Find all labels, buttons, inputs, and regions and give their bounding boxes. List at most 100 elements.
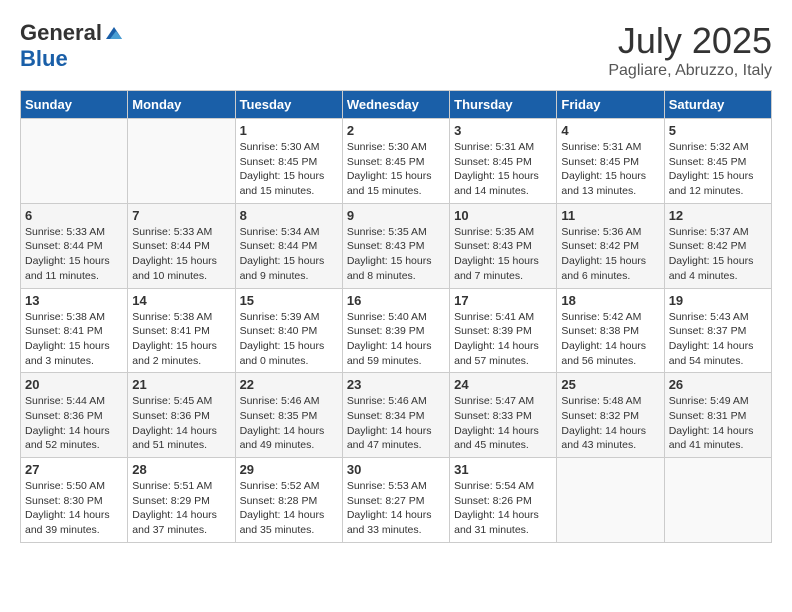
day-info: Sunrise: 5:31 AMSunset: 8:45 PMDaylight:… xyxy=(561,140,659,199)
day-number: 11 xyxy=(561,208,659,223)
calendar-cell: 23 Sunrise: 5:46 AMSunset: 8:34 PMDayligh… xyxy=(342,373,449,458)
calendar-cell xyxy=(557,458,664,543)
calendar-cell: 21 Sunrise: 5:45 AMSunset: 8:36 PMDayligh… xyxy=(128,373,235,458)
day-info: Sunrise: 5:46 AMSunset: 8:35 PMDaylight:… xyxy=(240,394,338,453)
calendar-cell: 18 Sunrise: 5:42 AMSunset: 8:38 PMDayligh… xyxy=(557,288,664,373)
day-number: 1 xyxy=(240,123,338,138)
day-number: 28 xyxy=(132,462,230,477)
calendar-cell: 26 Sunrise: 5:49 AMSunset: 8:31 PMDayligh… xyxy=(664,373,771,458)
day-number: 14 xyxy=(132,293,230,308)
day-number: 8 xyxy=(240,208,338,223)
day-info: Sunrise: 5:30 AMSunset: 8:45 PMDaylight:… xyxy=(240,140,338,199)
calendar-cell: 7 Sunrise: 5:33 AMSunset: 8:44 PMDaylight… xyxy=(128,203,235,288)
logo: General Blue xyxy=(20,20,124,72)
calendar-cell: 5 Sunrise: 5:32 AMSunset: 8:45 PMDaylight… xyxy=(664,119,771,204)
day-number: 20 xyxy=(25,377,123,392)
day-number: 17 xyxy=(454,293,552,308)
title-section: July 2025 Pagliare, Abruzzo, Italy xyxy=(608,20,772,80)
day-number: 16 xyxy=(347,293,445,308)
day-info: Sunrise: 5:51 AMSunset: 8:29 PMDaylight:… xyxy=(132,479,230,538)
day-number: 4 xyxy=(561,123,659,138)
calendar-week-row: 13Sunrise: 5:38 AMSunset: 8:41 PMDayligh… xyxy=(21,288,772,373)
day-number: 30 xyxy=(347,462,445,477)
weekday-header: Tuesday xyxy=(235,91,342,119)
calendar-cell: 2 Sunrise: 5:30 AMSunset: 8:45 PMDaylight… xyxy=(342,119,449,204)
day-info: Sunrise: 5:35 AMSunset: 8:43 PMDaylight:… xyxy=(454,225,552,284)
day-info: Sunrise: 5:49 AMSunset: 8:31 PMDaylight:… xyxy=(669,394,767,453)
weekday-header: Wednesday xyxy=(342,91,449,119)
weekday-header: Friday xyxy=(557,91,664,119)
day-info: Sunrise: 5:32 AMSunset: 8:45 PMDaylight:… xyxy=(669,140,767,199)
day-info: Sunrise: 5:47 AMSunset: 8:33 PMDaylight:… xyxy=(454,394,552,453)
calendar-cell: 4 Sunrise: 5:31 AMSunset: 8:45 PMDaylight… xyxy=(557,119,664,204)
page-header: General Blue July 2025 Pagliare, Abruzzo… xyxy=(20,20,772,80)
calendar-cell: 31 Sunrise: 5:54 AMSunset: 8:26 PMDayligh… xyxy=(450,458,557,543)
calendar-cell: 19 Sunrise: 5:43 AMSunset: 8:37 PMDayligh… xyxy=(664,288,771,373)
calendar-cell: 27Sunrise: 5:50 AMSunset: 8:30 PMDayligh… xyxy=(21,458,128,543)
day-number: 2 xyxy=(347,123,445,138)
day-number: 3 xyxy=(454,123,552,138)
calendar-cell: 3 Sunrise: 5:31 AMSunset: 8:45 PMDaylight… xyxy=(450,119,557,204)
day-number: 27 xyxy=(25,462,123,477)
calendar-cell: 11 Sunrise: 5:36 AMSunset: 8:42 PMDayligh… xyxy=(557,203,664,288)
day-info: Sunrise: 5:31 AMSunset: 8:45 PMDaylight:… xyxy=(454,140,552,199)
weekday-header: Monday xyxy=(128,91,235,119)
day-number: 29 xyxy=(240,462,338,477)
calendar-cell: 20 Sunrise: 5:44 AMSunset: 8:36 PMDayligh… xyxy=(21,373,128,458)
calendar-cell: 6 Sunrise: 5:33 AMSunset: 8:44 PMDaylight… xyxy=(21,203,128,288)
calendar-week-row: 27Sunrise: 5:50 AMSunset: 8:30 PMDayligh… xyxy=(21,458,772,543)
day-number: 7 xyxy=(132,208,230,223)
weekday-header: Saturday xyxy=(664,91,771,119)
day-info: Sunrise: 5:33 AMSunset: 8:44 PMDaylight:… xyxy=(25,225,123,284)
calendar-cell: 14Sunrise: 5:38 AMSunset: 8:41 PMDayligh… xyxy=(128,288,235,373)
day-info: Sunrise: 5:53 AMSunset: 8:27 PMDaylight:… xyxy=(347,479,445,538)
calendar-week-row: 6 Sunrise: 5:33 AMSunset: 8:44 PMDaylight… xyxy=(21,203,772,288)
logo-blue-text: Blue xyxy=(20,46,68,72)
calendar-cell: 15Sunrise: 5:39 AMSunset: 8:40 PMDayligh… xyxy=(235,288,342,373)
day-number: 19 xyxy=(669,293,767,308)
calendar-week-row: 1 Sunrise: 5:30 AMSunset: 8:45 PMDaylight… xyxy=(21,119,772,204)
day-info: Sunrise: 5:54 AMSunset: 8:26 PMDaylight:… xyxy=(454,479,552,538)
day-info: Sunrise: 5:35 AMSunset: 8:43 PMDaylight:… xyxy=(347,225,445,284)
day-info: Sunrise: 5:43 AMSunset: 8:37 PMDaylight:… xyxy=(669,310,767,369)
calendar-cell: 13Sunrise: 5:38 AMSunset: 8:41 PMDayligh… xyxy=(21,288,128,373)
day-info: Sunrise: 5:34 AMSunset: 8:44 PMDaylight:… xyxy=(240,225,338,284)
calendar-cell: 17Sunrise: 5:41 AMSunset: 8:39 PMDayligh… xyxy=(450,288,557,373)
day-number: 6 xyxy=(25,208,123,223)
calendar-cell: 10 Sunrise: 5:35 AMSunset: 8:43 PMDayligh… xyxy=(450,203,557,288)
day-number: 25 xyxy=(561,377,659,392)
day-number: 26 xyxy=(669,377,767,392)
day-number: 21 xyxy=(132,377,230,392)
calendar-cell: 29Sunrise: 5:52 AMSunset: 8:28 PMDayligh… xyxy=(235,458,342,543)
logo-icon xyxy=(104,23,124,43)
calendar-header-row: SundayMondayTuesdayWednesdayThursdayFrid… xyxy=(21,91,772,119)
day-info: Sunrise: 5:33 AMSunset: 8:44 PMDaylight:… xyxy=(132,225,230,284)
calendar-cell: 28 Sunrise: 5:51 AMSunset: 8:29 PMDayligh… xyxy=(128,458,235,543)
day-info: Sunrise: 5:36 AMSunset: 8:42 PMDaylight:… xyxy=(561,225,659,284)
day-number: 24 xyxy=(454,377,552,392)
calendar-cell: 16 Sunrise: 5:40 AMSunset: 8:39 PMDayligh… xyxy=(342,288,449,373)
day-number: 12 xyxy=(669,208,767,223)
day-info: Sunrise: 5:44 AMSunset: 8:36 PMDaylight:… xyxy=(25,394,123,453)
day-info: Sunrise: 5:40 AMSunset: 8:39 PMDaylight:… xyxy=(347,310,445,369)
calendar-week-row: 20 Sunrise: 5:44 AMSunset: 8:36 PMDayligh… xyxy=(21,373,772,458)
day-number: 18 xyxy=(561,293,659,308)
day-number: 15 xyxy=(240,293,338,308)
day-info: Sunrise: 5:37 AMSunset: 8:42 PMDaylight:… xyxy=(669,225,767,284)
day-info: Sunrise: 5:30 AMSunset: 8:45 PMDaylight:… xyxy=(347,140,445,199)
day-info: Sunrise: 5:42 AMSunset: 8:38 PMDaylight:… xyxy=(561,310,659,369)
day-number: 9 xyxy=(347,208,445,223)
calendar-cell: 8 Sunrise: 5:34 AMSunset: 8:44 PMDaylight… xyxy=(235,203,342,288)
month-title: July 2025 xyxy=(608,20,772,62)
calendar-cell: 9 Sunrise: 5:35 AMSunset: 8:43 PMDaylight… xyxy=(342,203,449,288)
day-number: 10 xyxy=(454,208,552,223)
calendar-cell xyxy=(21,119,128,204)
day-number: 5 xyxy=(669,123,767,138)
day-number: 13 xyxy=(25,293,123,308)
day-info: Sunrise: 5:45 AMSunset: 8:36 PMDaylight:… xyxy=(132,394,230,453)
day-number: 31 xyxy=(454,462,552,477)
day-number: 23 xyxy=(347,377,445,392)
weekday-header: Thursday xyxy=(450,91,557,119)
day-info: Sunrise: 5:46 AMSunset: 8:34 PMDaylight:… xyxy=(347,394,445,453)
day-number: 22 xyxy=(240,377,338,392)
